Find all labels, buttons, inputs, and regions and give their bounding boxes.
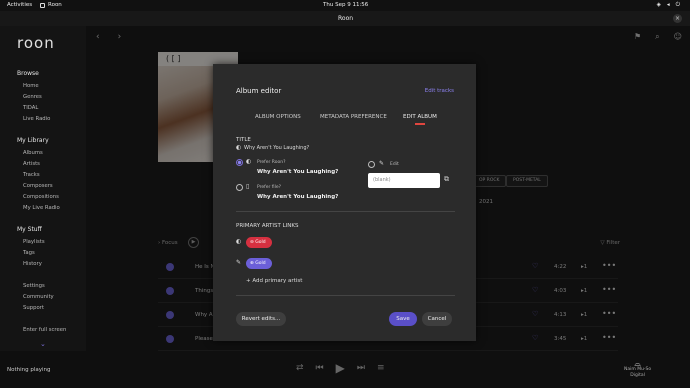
sidebar-item-live-radio[interactable]: Live Radio — [23, 116, 50, 122]
play-icon[interactable]: ▶ — [336, 361, 345, 375]
app-icon — [40, 2, 45, 8]
current-title: Why Aren't You Laughing? — [244, 145, 310, 151]
copy-icon[interactable]: ⧉ — [444, 175, 449, 184]
sidebar-item-support[interactable]: Support — [23, 305, 44, 311]
volume-icon: ◂ — [666, 2, 670, 8]
album-editor-dialog: Album editor Edit tracks ALBUM OPTIONS M… — [213, 64, 476, 341]
app-menu[interactable]: Roon — [40, 2, 62, 8]
sidebar: roon Browse Home Genres TIDAL Live Radio… — [0, 26, 86, 351]
close-window-button[interactable]: × — [673, 14, 682, 23]
prefer-file-value: Why Aren't You Laughing? — [257, 194, 339, 200]
sidebar-item-my-live-radio[interactable]: My Live Radio — [23, 205, 60, 211]
edit-title-input[interactable]: (blank) — [368, 173, 440, 188]
add-primary-artist-label: Add primary artist — [252, 278, 303, 284]
sidebar-item-composers[interactable]: Composers — [23, 183, 53, 189]
edit-label: Edit — [390, 162, 399, 167]
cancel-button[interactable]: Cancel — [422, 312, 452, 326]
artist-name: Gold — [255, 261, 266, 266]
prefer-roon-radio[interactable] — [236, 159, 243, 166]
my-stuff-heading: My Stuff — [17, 226, 42, 233]
library-heading: My Library — [17, 137, 49, 144]
shuffle-icon[interactable]: ⇄ — [296, 363, 304, 373]
app-name: Roon — [48, 2, 62, 8]
active-tab-indicator — [415, 123, 425, 125]
activities-button[interactable]: Activities — [7, 2, 32, 8]
artist-link-edit[interactable]: ⊕ Gold — [246, 258, 272, 269]
add-primary-artist-button[interactable]: + Add primary artist — [246, 278, 302, 284]
sidebar-item-history[interactable]: History — [23, 261, 42, 267]
sidebar-item-playlists[interactable]: Playlists — [23, 239, 45, 245]
sidebar-item-tracks[interactable]: Tracks — [23, 172, 40, 178]
now-playing-text: Nothing playing — [7, 367, 51, 373]
sidebar-item-tidal[interactable]: TIDAL — [23, 105, 38, 111]
tab-album-options[interactable]: ALBUM OPTIONS — [255, 114, 301, 120]
system-top-bar: Activities Roon Thu Sep 9 11:56 ◈ ◂ ⏻ — [0, 0, 690, 11]
zone-selector[interactable]: ⌓ Naim Mu-So Digital — [624, 360, 651, 379]
sidebar-item-genres[interactable]: Genres — [23, 94, 42, 100]
prefer-roon-value: Why Aren't You Laughing? — [257, 169, 339, 175]
prefer-file-label: Prefer file? — [257, 185, 282, 190]
prefer-file-radio[interactable] — [236, 184, 243, 191]
sidebar-item-albums[interactable]: Albums — [23, 150, 43, 156]
artist-link-roon[interactable]: ⊖ Gold — [246, 237, 272, 248]
playback-controls: ⇄ ⏮ ▶ ⏭ ≡ — [296, 361, 385, 375]
browse-heading: Browse — [17, 70, 39, 77]
sidebar-item-compositions[interactable]: Compositions — [23, 194, 59, 200]
sidebar-item-settings[interactable]: Settings — [23, 283, 45, 289]
roon-source-icon: ◐ — [236, 238, 242, 245]
roon-source-icon: ◐ — [246, 158, 252, 165]
window-title-bar: Roon × — [0, 11, 690, 26]
prefer-roon-label: Prefer Roon? — [257, 160, 286, 165]
edit-tracks-link[interactable]: Edit tracks — [425, 88, 454, 94]
revert-edits-button[interactable]: Revert edits... — [236, 312, 286, 326]
edit-title-radio[interactable] — [368, 161, 375, 168]
divider — [236, 295, 455, 296]
file-icon: ▯ — [246, 183, 250, 190]
roon-logo: roon — [17, 34, 55, 52]
enter-full-screen-link[interactable]: Enter full screen — [23, 327, 66, 333]
divider — [236, 211, 455, 212]
save-button[interactable]: Save — [389, 312, 417, 326]
chevron-down-icon[interactable]: ⌄ — [40, 340, 46, 348]
pencil-icon: ✎ — [236, 259, 242, 266]
roon-source-icon: ◐ — [236, 144, 242, 151]
tab-metadata-preference[interactable]: METADATA PREFERENCE — [320, 114, 387, 120]
tab-edit-album[interactable]: EDIT ALBUM — [403, 114, 437, 120]
sidebar-item-tags[interactable]: Tags — [23, 250, 35, 256]
previous-icon[interactable]: ⏮ — [316, 363, 324, 373]
clock[interactable]: Thu Sep 9 11:56 — [323, 2, 368, 8]
queue-icon[interactable]: ≡ — [377, 363, 385, 373]
zone-type: Digital — [630, 373, 645, 378]
pencil-icon: ✎ — [379, 160, 385, 167]
artist-name: Gold — [255, 240, 266, 245]
player-bar: Nothing playing ⇄ ⏮ ▶ ⏭ ≡ ⌓ Naim Mu-So D… — [0, 351, 690, 388]
dialog-title: Album editor — [236, 87, 282, 95]
system-tray[interactable]: ◈ ◂ ⏻ — [657, 2, 680, 9]
title-section-heading: TITLE — [236, 137, 251, 143]
sidebar-item-community[interactable]: Community — [23, 294, 54, 300]
sidebar-item-artists[interactable]: Artists — [23, 161, 40, 167]
power-icon: ⏻ — [675, 2, 680, 8]
sidebar-item-home[interactable]: Home — [23, 83, 39, 89]
network-icon: ◈ — [656, 2, 661, 8]
next-icon[interactable]: ⏭ — [357, 363, 365, 373]
window-title: Roon — [338, 15, 354, 22]
primary-artist-links-heading: PRIMARY ARTIST LINKS — [236, 223, 299, 229]
